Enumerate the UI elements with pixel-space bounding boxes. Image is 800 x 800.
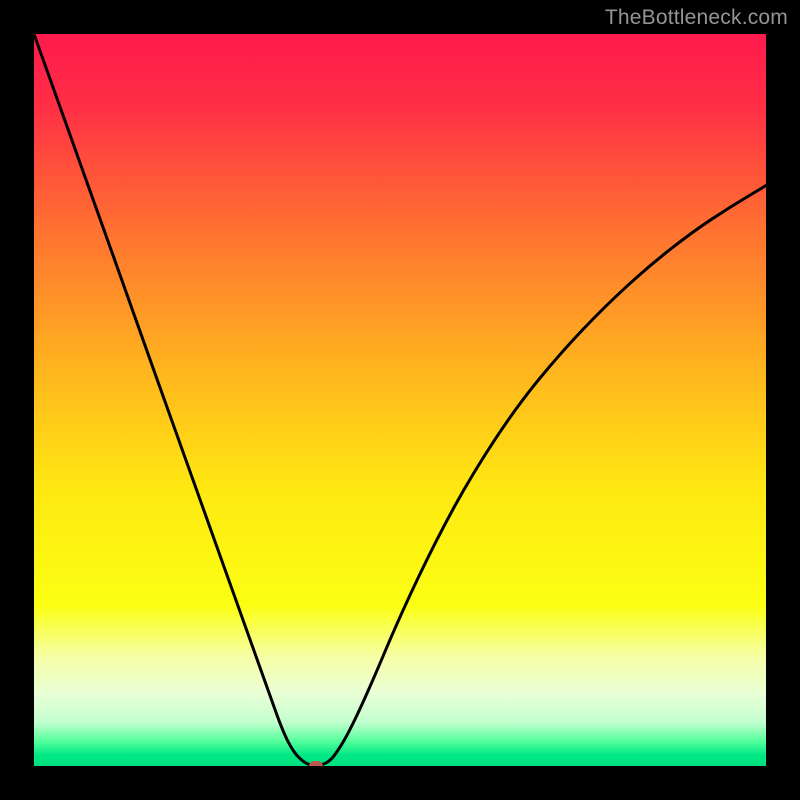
chart-curve: [34, 34, 766, 766]
chart-plot-area: [34, 34, 766, 766]
chart-frame: TheBottleneck.com: [0, 0, 800, 800]
optimal-point-marker: [309, 761, 323, 766]
watermark-text: TheBottleneck.com: [605, 6, 788, 30]
